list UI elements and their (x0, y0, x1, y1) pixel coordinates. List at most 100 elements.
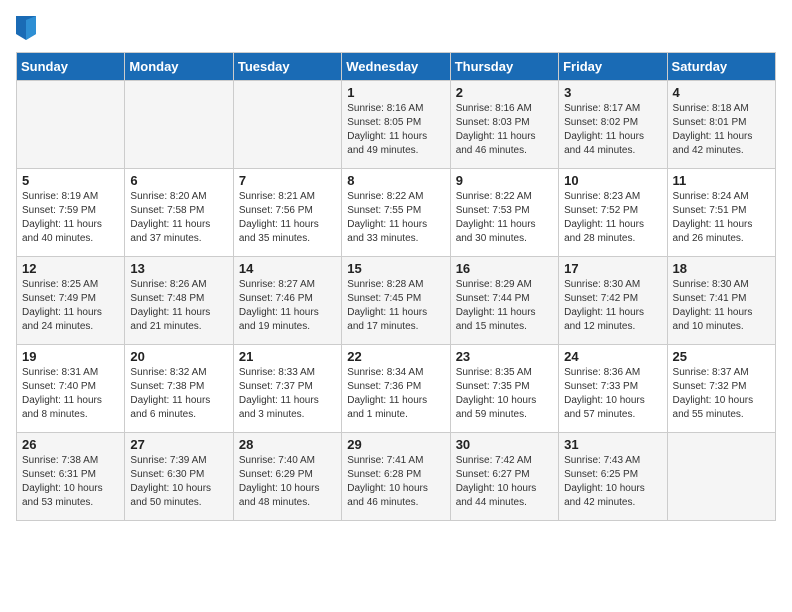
calendar-week-row: 1 Sunrise: 8:16 AM Sunset: 8:05 PM Daylig… (17, 81, 776, 169)
day-info: Sunrise: 8:26 AM Sunset: 7:48 PM Dayligh… (130, 278, 227, 334)
calendar-week-row: 26 Sunrise: 7:38 AM Sunset: 6:31 PM Dayli… (17, 433, 776, 521)
calendar-cell: 14 Sunrise: 8:27 AM Sunset: 7:46 PM Dayli… (233, 257, 341, 345)
calendar-cell: 5 Sunrise: 8:19 AM Sunset: 7:59 PM Daylig… (17, 169, 125, 257)
calendar-cell: 8 Sunrise: 8:22 AM Sunset: 7:55 PM Daylig… (342, 169, 450, 257)
day-number: 22 (347, 349, 444, 364)
logo-icon (16, 16, 36, 40)
day-number: 15 (347, 261, 444, 276)
calendar-cell: 24 Sunrise: 8:36 AM Sunset: 7:33 PM Dayli… (559, 345, 667, 433)
day-number: 10 (564, 173, 661, 188)
day-number: 7 (239, 173, 336, 188)
day-info: Sunrise: 8:21 AM Sunset: 7:56 PM Dayligh… (239, 190, 336, 246)
day-number: 25 (673, 349, 770, 364)
calendar-cell (233, 81, 341, 169)
day-number: 11 (673, 173, 770, 188)
calendar-cell: 10Sunrise: 8:23 AM Sunset: 7:52 PM Dayli… (559, 169, 667, 257)
calendar-header-row: SundayMondayTuesdayWednesdayThursdayFrid… (17, 53, 776, 81)
day-number: 19 (22, 349, 119, 364)
calendar-cell: 1 Sunrise: 8:16 AM Sunset: 8:05 PM Daylig… (342, 81, 450, 169)
day-number: 2 (456, 85, 553, 100)
day-number: 16 (456, 261, 553, 276)
day-info: Sunrise: 8:27 AM Sunset: 7:46 PM Dayligh… (239, 278, 336, 334)
calendar-cell: 11 Sunrise: 8:24 AM Sunset: 7:51 PM Dayli… (667, 169, 775, 257)
day-number: 4 (673, 85, 770, 100)
day-number: 5 (22, 173, 119, 188)
day-info: Sunrise: 8:35 AM Sunset: 7:35 PM Dayligh… (456, 366, 553, 422)
day-info: Sunrise: 8:22 AM Sunset: 7:53 PM Dayligh… (456, 190, 553, 246)
day-number: 21 (239, 349, 336, 364)
calendar-cell: 12Sunrise: 8:25 AM Sunset: 7:49 PM Dayli… (17, 257, 125, 345)
day-info: Sunrise: 8:32 AM Sunset: 7:38 PM Dayligh… (130, 366, 227, 422)
calendar-cell: 31 Sunrise: 7:43 AM Sunset: 6:25 PM Dayli… (559, 433, 667, 521)
day-info: Sunrise: 7:38 AM Sunset: 6:31 PM Dayligh… (22, 454, 119, 510)
day-number: 24 (564, 349, 661, 364)
day-number: 23 (456, 349, 553, 364)
calendar-cell: 15Sunrise: 8:28 AM Sunset: 7:45 PM Dayli… (342, 257, 450, 345)
day-info: Sunrise: 8:22 AM Sunset: 7:55 PM Dayligh… (347, 190, 444, 246)
calendar-cell: 19Sunrise: 8:31 AM Sunset: 7:40 PM Dayli… (17, 345, 125, 433)
day-number: 1 (347, 85, 444, 100)
calendar-cell: 7 Sunrise: 8:21 AM Sunset: 7:56 PM Daylig… (233, 169, 341, 257)
day-number: 28 (239, 437, 336, 452)
day-info: Sunrise: 8:30 AM Sunset: 7:42 PM Dayligh… (564, 278, 661, 334)
calendar-week-row: 12Sunrise: 8:25 AM Sunset: 7:49 PM Dayli… (17, 257, 776, 345)
day-number: 9 (456, 173, 553, 188)
day-info: Sunrise: 8:20 AM Sunset: 7:58 PM Dayligh… (130, 190, 227, 246)
day-info: Sunrise: 8:29 AM Sunset: 7:44 PM Dayligh… (456, 278, 553, 334)
column-header-saturday: Saturday (667, 53, 775, 81)
day-info: Sunrise: 8:18 AM Sunset: 8:01 PM Dayligh… (673, 102, 770, 158)
calendar-cell (125, 81, 233, 169)
calendar-cell: 26 Sunrise: 7:38 AM Sunset: 6:31 PM Dayli… (17, 433, 125, 521)
page-header (16, 16, 776, 40)
day-number: 8 (347, 173, 444, 188)
day-number: 13 (130, 261, 227, 276)
column-header-sunday: Sunday (17, 53, 125, 81)
calendar-cell: 21 Sunrise: 8:33 AM Sunset: 7:37 PM Dayli… (233, 345, 341, 433)
calendar-cell (667, 433, 775, 521)
calendar-cell: 17Sunrise: 8:30 AM Sunset: 7:42 PM Dayli… (559, 257, 667, 345)
calendar-week-row: 19Sunrise: 8:31 AM Sunset: 7:40 PM Dayli… (17, 345, 776, 433)
calendar-cell: 2Sunrise: 8:16 AM Sunset: 8:03 PM Daylig… (450, 81, 558, 169)
day-number: 27 (130, 437, 227, 452)
calendar-table: SundayMondayTuesdayWednesdayThursdayFrid… (16, 52, 776, 521)
day-info: Sunrise: 8:16 AM Sunset: 8:05 PM Dayligh… (347, 102, 444, 158)
calendar-cell: 16 Sunrise: 8:29 AM Sunset: 7:44 PM Dayli… (450, 257, 558, 345)
day-info: Sunrise: 7:40 AM Sunset: 6:29 PM Dayligh… (239, 454, 336, 510)
calendar-cell: 3 Sunrise: 8:17 AM Sunset: 8:02 PM Daylig… (559, 81, 667, 169)
day-info: Sunrise: 8:19 AM Sunset: 7:59 PM Dayligh… (22, 190, 119, 246)
day-info: Sunrise: 8:36 AM Sunset: 7:33 PM Dayligh… (564, 366, 661, 422)
day-info: Sunrise: 8:37 AM Sunset: 7:32 PM Dayligh… (673, 366, 770, 422)
day-info: Sunrise: 7:42 AM Sunset: 6:27 PM Dayligh… (456, 454, 553, 510)
day-info: Sunrise: 8:24 AM Sunset: 7:51 PM Dayligh… (673, 190, 770, 246)
calendar-cell: 18 Sunrise: 8:30 AM Sunset: 7:41 PM Dayli… (667, 257, 775, 345)
calendar-cell: 27 Sunrise: 7:39 AM Sunset: 6:30 PM Dayli… (125, 433, 233, 521)
column-header-tuesday: Tuesday (233, 53, 341, 81)
calendar-week-row: 5 Sunrise: 8:19 AM Sunset: 7:59 PM Daylig… (17, 169, 776, 257)
calendar-cell: 23 Sunrise: 8:35 AM Sunset: 7:35 PM Dayli… (450, 345, 558, 433)
logo (16, 16, 40, 40)
day-number: 6 (130, 173, 227, 188)
day-info: Sunrise: 8:17 AM Sunset: 8:02 PM Dayligh… (564, 102, 661, 158)
day-info: Sunrise: 8:33 AM Sunset: 7:37 PM Dayligh… (239, 366, 336, 422)
day-info: Sunrise: 8:30 AM Sunset: 7:41 PM Dayligh… (673, 278, 770, 334)
calendar-cell: 4 Sunrise: 8:18 AM Sunset: 8:01 PM Daylig… (667, 81, 775, 169)
day-number: 14 (239, 261, 336, 276)
calendar-cell: 29 Sunrise: 7:41 AM Sunset: 6:28 PM Dayli… (342, 433, 450, 521)
day-number: 31 (564, 437, 661, 452)
calendar-cell: 9 Sunrise: 8:22 AM Sunset: 7:53 PM Daylig… (450, 169, 558, 257)
calendar-cell (17, 81, 125, 169)
calendar-cell: 22Sunrise: 8:34 AM Sunset: 7:36 PM Dayli… (342, 345, 450, 433)
day-number: 26 (22, 437, 119, 452)
day-info: Sunrise: 7:41 AM Sunset: 6:28 PM Dayligh… (347, 454, 444, 510)
calendar-cell: 6 Sunrise: 8:20 AM Sunset: 7:58 PM Daylig… (125, 169, 233, 257)
calendar-cell: 25 Sunrise: 8:37 AM Sunset: 7:32 PM Dayli… (667, 345, 775, 433)
day-info: Sunrise: 7:39 AM Sunset: 6:30 PM Dayligh… (130, 454, 227, 510)
day-number: 18 (673, 261, 770, 276)
calendar-cell: 28 Sunrise: 7:40 AM Sunset: 6:29 PM Dayli… (233, 433, 341, 521)
calendar-cell: 30Sunrise: 7:42 AM Sunset: 6:27 PM Dayli… (450, 433, 558, 521)
day-number: 29 (347, 437, 444, 452)
calendar-cell: 20 Sunrise: 8:32 AM Sunset: 7:38 PM Dayli… (125, 345, 233, 433)
day-number: 3 (564, 85, 661, 100)
day-info: Sunrise: 7:43 AM Sunset: 6:25 PM Dayligh… (564, 454, 661, 510)
day-number: 20 (130, 349, 227, 364)
